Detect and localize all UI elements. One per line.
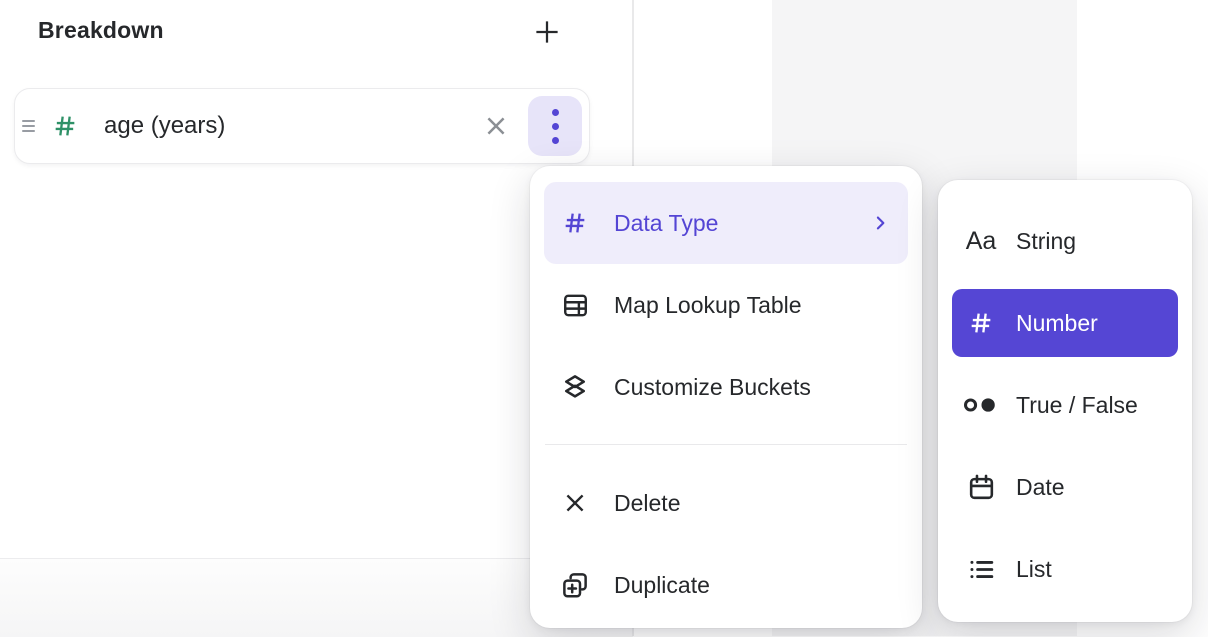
- data-type-submenu: Aa String Number True / False Date: [938, 180, 1192, 622]
- menu-item-customize-buckets[interactable]: Customize Buckets: [544, 346, 908, 428]
- hash-icon: [560, 208, 590, 238]
- menu-item-label: Customize Buckets: [614, 374, 811, 401]
- menu-divider: [545, 444, 907, 445]
- x-icon: [560, 490, 590, 516]
- drag-handle-icon[interactable]: [22, 120, 35, 132]
- number-type-hash-icon: [51, 111, 79, 141]
- menu-item-map-lookup-table[interactable]: Map Lookup Table: [544, 264, 908, 346]
- list-icon: [962, 554, 1000, 585]
- hash-icon: [962, 308, 1000, 338]
- close-icon: [483, 113, 509, 139]
- field-options-menu: Data Type Map Lookup Table Customize Buc…: [530, 166, 922, 628]
- plus-icon: [532, 17, 562, 47]
- submenu-item-label: Number: [1016, 310, 1098, 337]
- remove-field-button[interactable]: [480, 110, 512, 142]
- text-aa-icon: Aa: [962, 227, 1000, 256]
- boolean-circles-icon: [962, 392, 1000, 418]
- field-name-label: age (years): [104, 112, 225, 140]
- menu-item-duplicate[interactable]: Duplicate: [544, 544, 908, 626]
- submenu-item-date[interactable]: Date: [952, 446, 1178, 528]
- menu-item-data-type[interactable]: Data Type: [544, 182, 908, 264]
- table-icon: [560, 291, 590, 320]
- field-options-button[interactable]: [528, 96, 582, 156]
- menu-item-label: Map Lookup Table: [614, 292, 802, 319]
- submenu-item-label: Date: [1016, 474, 1065, 501]
- add-breakdown-button[interactable]: [528, 13, 566, 51]
- kebab-menu-icon: [552, 109, 559, 144]
- stack-icon: [560, 372, 590, 402]
- menu-item-label: Data Type: [614, 210, 718, 237]
- menu-item-label: Duplicate: [614, 572, 710, 599]
- calendar-icon: [962, 472, 1000, 503]
- page-title: Breakdown: [38, 17, 164, 44]
- menu-item-delete[interactable]: Delete: [544, 462, 908, 544]
- submenu-item-string[interactable]: Aa String: [952, 200, 1178, 282]
- submenu-item-number[interactable]: Number: [952, 289, 1178, 357]
- submenu-item-list[interactable]: List: [952, 528, 1178, 610]
- submenu-item-label: True / False: [1016, 392, 1138, 419]
- menu-item-label: Delete: [614, 490, 680, 517]
- submenu-item-true-false[interactable]: True / False: [952, 364, 1178, 446]
- copy-plus-icon: [560, 570, 590, 600]
- submenu-item-label: String: [1016, 228, 1076, 255]
- chevron-right-icon: [870, 212, 890, 234]
- breakdown-field-chip[interactable]: age (years): [14, 88, 590, 164]
- submenu-item-label: List: [1016, 556, 1052, 583]
